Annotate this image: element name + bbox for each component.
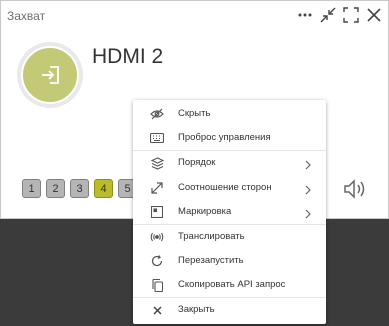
menu-item-broadcast[interactable]: Транслировать	[133, 225, 326, 249]
panel-title: Захват	[7, 9, 46, 23]
input-icon	[42, 66, 59, 84]
chevron-right-icon	[305, 182, 315, 195]
menu-item-marking[interactable]: Маркировка	[133, 200, 326, 224]
keyboard-icon	[150, 131, 164, 145]
channel-button-2[interactable]: 2	[46, 179, 65, 198]
volume-icon[interactable]	[343, 178, 369, 200]
chevron-right-icon	[305, 157, 315, 170]
menu-item-label: Скрыть	[178, 108, 211, 119]
eye-off-icon	[150, 107, 164, 121]
chevron-right-icon	[305, 206, 315, 219]
menu-item-hide[interactable]: Скрыть	[133, 102, 326, 126]
menu-item-copy-api-request[interactable]: Скопировать API запрос	[133, 273, 326, 297]
menu-item-label: Маркировка	[178, 206, 232, 217]
aspect-ratio-icon	[150, 181, 164, 195]
unpin-icon[interactable]	[318, 4, 338, 26]
channel-selector: 1 2 3 4 5	[22, 179, 137, 198]
label-icon	[150, 205, 164, 219]
source-name: HDMI 2	[92, 45, 164, 68]
menu-item-label: Транслировать	[178, 231, 245, 242]
channel-button-4[interactable]: 4	[94, 179, 113, 198]
menu-item-label: Порядок	[178, 157, 216, 168]
channel-button-3[interactable]: 3	[70, 179, 89, 198]
layers-icon	[150, 156, 164, 170]
broadcast-icon	[150, 230, 164, 244]
panel-header-controls	[295, 4, 384, 26]
copy-icon	[150, 278, 164, 292]
menu-item-label: Перезапустить	[178, 255, 244, 266]
more-icon[interactable]	[295, 4, 315, 26]
restart-icon	[150, 254, 164, 268]
close-icon[interactable]	[364, 4, 384, 26]
menu-item-control-forwarding[interactable]: Проброс управления	[133, 126, 326, 150]
menu-item-aspect-ratio[interactable]: Соотношение сторон	[133, 176, 326, 200]
menu-item-close[interactable]: Закрыть	[133, 298, 326, 322]
source-avatar	[17, 42, 83, 108]
fullscreen-icon[interactable]	[341, 4, 361, 26]
menu-item-label: Скопировать API запрос	[178, 279, 286, 290]
menu-item-restart[interactable]: Перезапустить	[133, 249, 326, 273]
close-icon	[150, 303, 164, 317]
channel-button-1[interactable]: 1	[22, 179, 41, 198]
menu-item-label: Проброс управления	[178, 132, 271, 143]
menu-item-label: Соотношение сторон	[178, 182, 272, 193]
menu-item-order[interactable]: Порядок	[133, 151, 326, 175]
menu-item-label: Закрыть	[178, 304, 215, 315]
context-menu: Скрыть Проброс управления Порядок Соотно…	[133, 100, 326, 324]
